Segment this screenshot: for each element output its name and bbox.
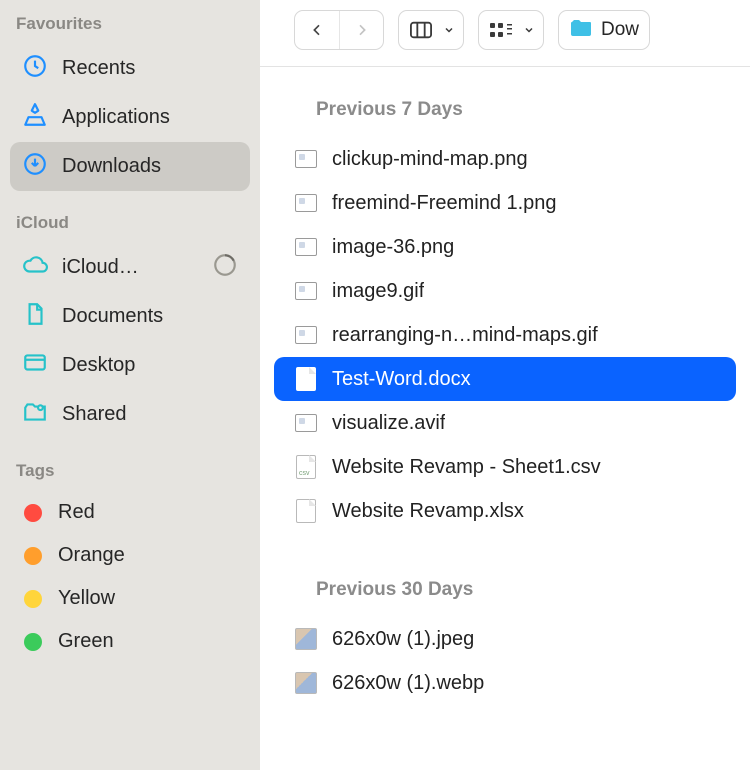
sidebar-item-shared[interactable]: Shared [10,390,250,439]
tag-dot-icon [24,633,42,651]
image-file-icon [294,625,318,653]
file-name: Website Revamp - Sheet1.csv [332,456,601,479]
file-name: visualize.avif [332,412,445,435]
folder-icon [569,16,593,45]
doc-file-icon [294,497,318,525]
image-file-icon [294,145,318,173]
csv-file-icon [294,453,318,481]
file-name: freemind-Freemind 1.png [332,192,557,215]
group-by-button[interactable] [478,10,544,50]
tag-green[interactable]: Green [10,620,250,663]
file-row[interactable]: image9.gif [274,269,736,313]
file-name: image9.gif [332,280,424,303]
file-row[interactable]: image-36.png [274,225,736,269]
image-file-icon [294,321,318,349]
progress-icon [212,252,238,283]
sidebar-item-recents[interactable]: Recents [10,44,250,93]
tag-label: Yellow [58,587,115,610]
sidebar-section-tags: Tags [16,461,244,481]
cloud-icon [22,252,48,283]
file-name: clickup-mind-map.png [332,148,528,171]
file-row[interactable]: clickup-mind-map.png [274,137,736,181]
path-folder-name: Dow [601,19,639,41]
tag-red[interactable]: Red [10,491,250,534]
image-file-icon [294,409,318,437]
toolbar: Dow [260,0,750,66]
back-button[interactable] [295,11,339,49]
path-folder-button[interactable]: Dow [558,10,650,50]
sidebar-item-downloads[interactable]: Downloads [10,142,250,191]
clock-icon [22,53,48,84]
image-file-icon [294,277,318,305]
file-list: Previous 7 Days clickup-mind-map.png fre… [260,67,750,770]
tag-dot-icon [24,590,42,608]
chevron-down-icon [443,24,463,36]
sidebar-item-label: Downloads [62,155,161,178]
shared-icon [22,399,48,430]
image-file-icon [294,189,318,217]
main-pane: Dow Previous 7 Days clickup-mind-map.png… [260,0,750,770]
file-name: Test-Word.docx [332,368,471,391]
sidebar-item-label: Desktop [62,354,135,377]
tag-orange[interactable]: Orange [10,534,250,577]
apps-icon [22,102,48,133]
file-row[interactable]: 626x0w (1).jpeg [274,617,736,661]
sidebar: Favourites Recents Applications Download… [0,0,260,770]
image-file-icon [294,669,318,697]
sidebar-item-applications[interactable]: Applications [10,93,250,142]
file-row[interactable]: rearranging-n…mind-maps.gif [274,313,736,357]
document-icon [22,301,48,332]
sidebar-item-label: Documents [62,305,163,328]
sidebar-item-desktop[interactable]: Desktop [10,341,250,390]
tag-yellow[interactable]: Yellow [10,577,250,620]
tag-label: Red [58,501,95,524]
download-icon [22,151,48,182]
sidebar-item-label: Recents [62,57,135,80]
tag-label: Green [58,630,114,653]
file-row[interactable]: freemind-Freemind 1.png [274,181,736,225]
view-columns-button[interactable] [398,10,464,50]
file-name: 626x0w (1).webp [332,672,484,695]
doc-file-icon [294,365,318,393]
file-name: image-36.png [332,236,454,259]
file-row[interactable]: Website Revamp.xlsx [274,489,736,533]
finder-window: Favourites Recents Applications Download… [0,0,750,770]
tag-dot-icon [24,504,42,522]
file-name: rearranging-n…mind-maps.gif [332,324,598,347]
sidebar-item-label: Shared [62,403,127,426]
desktop-icon [22,350,48,381]
sidebar-section-favourites: Favourites [16,14,244,34]
sidebar-item-label: iCloud… [62,256,139,279]
sidebar-item-icloud-drive[interactable]: iCloud… [10,243,250,292]
group-title: Previous 7 Days [260,93,750,137]
nav-back-forward [294,10,384,50]
file-row[interactable]: visualize.avif [274,401,736,445]
tag-label: Orange [58,544,125,567]
chevron-down-icon [523,24,543,36]
sidebar-item-documents[interactable]: Documents [10,292,250,341]
sidebar-item-label: Applications [62,106,170,129]
file-row[interactable]: Test-Word.docx [274,357,736,401]
forward-button[interactable] [339,11,383,49]
file-name: 626x0w (1).jpeg [332,628,474,651]
group-title: Previous 30 Days [260,573,750,617]
file-row[interactable]: Website Revamp - Sheet1.csv [274,445,736,489]
tag-dot-icon [24,547,42,565]
sidebar-section-icloud: iCloud [16,213,244,233]
file-row[interactable]: 626x0w (1).webp [274,661,736,705]
image-file-icon [294,233,318,261]
file-name: Website Revamp.xlsx [332,500,524,523]
